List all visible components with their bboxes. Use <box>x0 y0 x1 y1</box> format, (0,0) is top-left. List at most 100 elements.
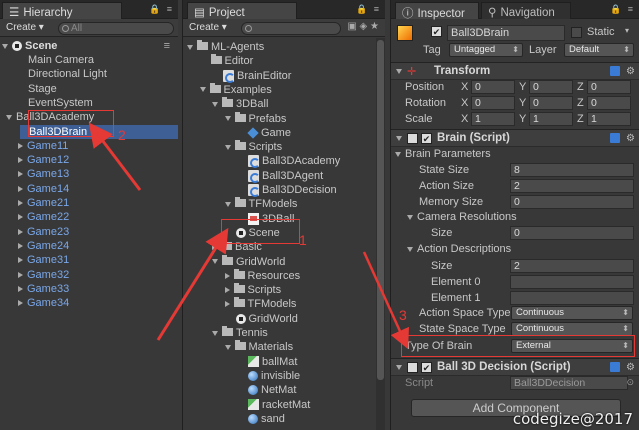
gear-icon[interactable]: ⚙ <box>626 362 635 373</box>
project-item[interactable]: racketMat <box>248 398 310 412</box>
project-item[interactable]: Scripts <box>224 140 282 154</box>
expand-icon[interactable] <box>18 185 23 192</box>
expand-icon[interactable] <box>224 116 231 122</box>
expand-icon[interactable] <box>224 344 231 350</box>
rotation-x-field[interactable]: 0 <box>471 96 515 110</box>
project-item[interactable]: Game <box>247 126 291 140</box>
brain-script-header[interactable]: ✔ Brain (Script) ⚙ <box>391 129 639 147</box>
project-item[interactable]: Examples <box>199 82 272 97</box>
project-item[interactable]: Resources <box>224 268 300 283</box>
scale-y-field[interactable]: 1 <box>529 112 573 126</box>
action-descriptions-foldout[interactable]: Action Descriptions <box>407 243 511 255</box>
expand-icon[interactable] <box>18 157 23 164</box>
active-checkbox[interactable]: ✔ <box>431 26 442 37</box>
project-item[interactable]: Editor <box>210 54 253 68</box>
expand-icon[interactable] <box>2 43 8 49</box>
component-enabled-checkbox[interactable]: ✔ <box>421 133 432 144</box>
hierarchy-item[interactable]: Stage <box>0 82 176 96</box>
project-item[interactable]: ML-Agents <box>187 40 264 54</box>
position-y-field[interactable]: 0 <box>529 80 573 94</box>
expand-icon[interactable] <box>18 142 23 149</box>
rotation-y-field[interactable]: 0 <box>529 96 573 110</box>
filter-icons[interactable]: ▣ ◈ ★ <box>347 21 379 32</box>
expand-icon[interactable] <box>212 330 218 336</box>
tab-project[interactable]: ▤ Project <box>187 2 297 19</box>
expand-icon[interactable] <box>199 87 206 93</box>
layer-dropdown[interactable]: Default <box>564 43 634 57</box>
decision-script-header[interactable]: ✔ Ball 3D Decision (Script) ⚙ <box>391 358 639 376</box>
position-z-field[interactable]: 0 <box>587 80 631 94</box>
action-size-field[interactable]: 2 <box>510 179 634 193</box>
object-name-field[interactable]: Ball3DBrain <box>447 25 565 41</box>
collapse-icon[interactable] <box>396 365 402 370</box>
project-item[interactable]: TFModels <box>224 297 296 311</box>
expand-icon[interactable] <box>224 272 230 279</box>
project-item[interactable]: Ball3DAgent <box>248 169 323 183</box>
hierarchy-item[interactable]: Game11 <box>0 139 176 153</box>
hierarchy-item[interactable]: Game21 <box>0 196 176 210</box>
memory-size-field[interactable]: 0 <box>510 195 634 209</box>
scale-z-field[interactable]: 1 <box>587 112 631 126</box>
expand-icon[interactable] <box>18 285 23 292</box>
project-item[interactable]: Materials <box>224 340 293 354</box>
expand-icon[interactable] <box>18 228 23 235</box>
project-item[interactable]: GridWorld <box>212 254 285 269</box>
hierarchy-item[interactable]: Game33 <box>0 282 176 296</box>
element-1-field[interactable] <box>510 291 634 305</box>
tag-dropdown[interactable]: Untagged <box>449 43 523 57</box>
help-icon[interactable] <box>610 66 620 76</box>
project-item[interactable]: Tennis <box>212 326 268 340</box>
expand-icon[interactable] <box>407 214 413 220</box>
collapse-icon[interactable] <box>396 136 402 141</box>
tab-inspector[interactable]: ⓘ Inspector <box>395 2 479 20</box>
scale-x-field[interactable]: 1 <box>471 112 515 126</box>
brain-parameters-foldout[interactable]: Brain Parameters <box>395 148 491 160</box>
hierarchy-item[interactable]: Game31 <box>0 253 176 267</box>
expand-icon[interactable] <box>212 244 217 251</box>
hierarchy-item[interactable]: Game14 <box>0 182 176 196</box>
project-item[interactable]: TFModels <box>224 197 297 211</box>
tab-lock-icon[interactable]: 🔒 ≡ <box>610 4 635 15</box>
project-item[interactable]: 3DBall <box>212 97 268 111</box>
expand-icon[interactable] <box>187 44 193 50</box>
gameobject-icon[interactable] <box>397 25 413 41</box>
hierarchy-item[interactable]: Game12 <box>0 153 176 167</box>
element-0-field[interactable] <box>510 275 634 289</box>
project-item[interactable]: NetMat <box>248 383 296 397</box>
project-item[interactable]: ballMat <box>248 355 297 369</box>
scrollbar-thumb[interactable] <box>377 40 384 380</box>
rotation-z-field[interactable]: 0 <box>587 96 631 110</box>
expand-icon[interactable] <box>212 101 218 107</box>
hierarchy-item[interactable]: Game34 <box>0 296 176 310</box>
expand-icon[interactable] <box>6 114 12 120</box>
action-space-type-dropdown[interactable]: Continuous <box>511 306 633 320</box>
camera-size-field[interactable]: 0 <box>510 226 634 240</box>
action-desc-size-field[interactable]: 2 <box>510 259 634 273</box>
state-size-field[interactable]: 8 <box>510 163 634 177</box>
hierarchy-item[interactable]: EventSystem <box>0 96 176 110</box>
expand-icon[interactable] <box>395 151 401 157</box>
camera-resolutions-foldout[interactable]: Camera Resolutions <box>407 211 517 223</box>
hierarchy-item[interactable]: Main Camera <box>0 53 176 67</box>
hierarchy-item[interactable]: Game32 <box>0 268 176 282</box>
expand-icon[interactable] <box>18 300 23 307</box>
expand-icon[interactable] <box>224 301 230 308</box>
hierarchy-item[interactable]: Directional Light <box>0 67 176 81</box>
tab-lock-icon[interactable]: 🔒 ≡ <box>149 4 174 15</box>
transform-header[interactable]: ✛ Transform ⚙ <box>391 62 639 80</box>
project-item[interactable]: Ball3DAcademy <box>248 154 340 169</box>
project-scrollbar[interactable] <box>376 38 385 430</box>
expand-icon[interactable] <box>18 171 23 178</box>
gear-icon[interactable]: ⚙ <box>626 133 635 144</box>
scene-menu-icon[interactable]: ≡ <box>164 39 170 53</box>
expand-icon[interactable] <box>18 200 23 207</box>
project-item[interactable]: Ball3DDecision <box>248 183 337 198</box>
expand-icon[interactable] <box>18 271 23 278</box>
create-button[interactable]: Create ▾ <box>2 21 48 35</box>
help-icon[interactable] <box>610 362 620 372</box>
static-checkbox[interactable] <box>571 27 582 38</box>
tab-lock-icon[interactable]: 🔒 ≡ <box>356 4 381 15</box>
expand-icon[interactable] <box>18 257 23 264</box>
scene-root[interactable]: Scene ≡ <box>2 39 176 53</box>
object-picker-icon[interactable]: ⊙ <box>626 377 634 388</box>
